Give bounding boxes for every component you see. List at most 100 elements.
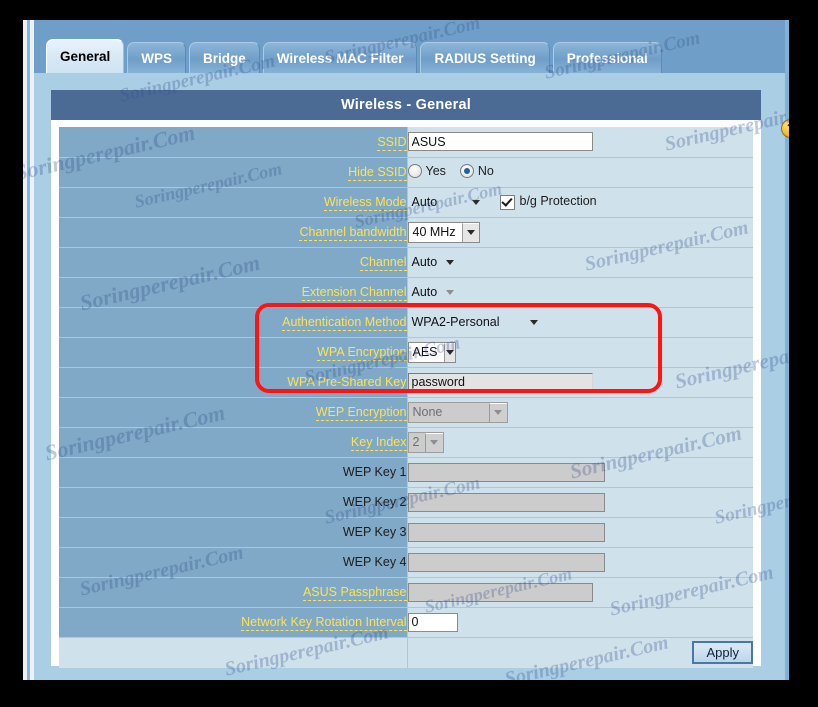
tab-general[interactable]: General xyxy=(46,39,125,73)
value-channel-bandwidth: 40 MHz xyxy=(406,217,753,248)
select-key-index[interactable]: 2 xyxy=(407,431,444,453)
label-text: WPA Pre-Shared Key xyxy=(287,375,407,391)
select-extension-channel[interactable]: Auto xyxy=(408,282,458,303)
caret-glyph xyxy=(471,199,480,205)
select-channel[interactable]: Auto xyxy=(408,252,458,273)
form-row-wep-key-3: WEP Key 3 xyxy=(59,517,753,548)
chevron-down-icon[interactable] xyxy=(443,252,457,273)
apply-button[interactable]: Apply xyxy=(692,641,753,664)
label-text: WEP Key 1 xyxy=(342,465,407,479)
input-network-key-rotation-interval[interactable] xyxy=(407,612,458,632)
label-text: WEP Encryption xyxy=(315,405,407,421)
form-row-wep-key-2: WEP Key 2 xyxy=(59,487,753,518)
label-ssid: SSID xyxy=(59,127,407,158)
form-row-wep-key-1: WEP Key 1 xyxy=(59,457,753,488)
footer-actions: Apply xyxy=(406,637,753,668)
input-ssid[interactable] xyxy=(407,132,593,152)
label-text: Channel xyxy=(359,255,407,271)
chevron-down-icon[interactable] xyxy=(488,402,507,422)
tab-bridge[interactable]: Bridge xyxy=(189,42,260,73)
input-wep-key-1[interactable] xyxy=(407,462,605,482)
label-text: WEP Key 4 xyxy=(342,555,407,569)
tab-wps[interactable]: WPS xyxy=(127,42,187,73)
form-row-channel-bandwidth: Channel bandwidth 40 MHz xyxy=(59,217,753,248)
chevron-down-icon[interactable] xyxy=(461,222,479,242)
label-text: WEP Key 3 xyxy=(342,525,407,539)
form-row-extension-channel: Extension Channel Auto xyxy=(59,277,753,308)
input-asus-passphrase[interactable] xyxy=(407,582,593,602)
tab-wireless-mac-filter[interactable]: Wireless MAC Filter xyxy=(262,42,418,73)
label-wep-key-2: WEP Key 2 xyxy=(59,487,407,518)
input-wep-key-4[interactable] xyxy=(407,552,605,572)
tab-radius-setting[interactable]: RADIUS Setting xyxy=(420,42,550,73)
form-row-key-index: Key Index 2 xyxy=(59,427,753,458)
router-admin-page: General WPS Bridge Wireless MAC Filter RADIU… xyxy=(23,20,789,680)
chevron-down-icon[interactable] xyxy=(443,282,457,303)
label-wep-key-3: WEP Key 3 xyxy=(59,517,407,548)
label-text: Channel bandwidth xyxy=(299,225,407,241)
form-footer-row: Apply xyxy=(59,637,753,668)
label-key-index: Key Index xyxy=(59,427,407,458)
label-channel: Channel xyxy=(59,247,407,278)
value-wireless-mode: Auto b/g Protection xyxy=(406,187,753,218)
select-wireless-mode[interactable]: Auto xyxy=(408,192,486,213)
form-row-hide-ssid: Hide SSID Yes No xyxy=(59,157,753,188)
value-ssid xyxy=(406,127,753,158)
select-value-text: None xyxy=(412,405,443,419)
footer-spacer xyxy=(59,637,407,668)
checkbox-bg-protection[interactable] xyxy=(499,194,515,210)
label-text: ASUS Passphrase xyxy=(302,585,407,601)
select-value-text: WPA2-Personal xyxy=(411,315,500,329)
select-authentication-method[interactable]: WPA2-Personal xyxy=(408,312,544,333)
checkbox-bg-protection-group: b/g Protection xyxy=(499,194,597,210)
label-wep-key-4: WEP Key 4 xyxy=(59,547,407,578)
value-wep-key-4 xyxy=(406,547,753,578)
label-wep-key-1: WEP Key 1 xyxy=(59,457,407,488)
select-value-text: Auto xyxy=(411,255,438,269)
select-channel-bandwidth[interactable]: 40 MHz xyxy=(407,221,480,243)
form-row-network-key-rotation-interval: Network Key Rotation Interval xyxy=(59,607,753,638)
form-row-authentication-method: Authentication Method WPA2-Personal xyxy=(59,307,753,338)
label-text: Network Key Rotation Interval xyxy=(241,615,407,631)
select-value-text: 40 MHz xyxy=(412,225,456,239)
value-wep-key-2 xyxy=(406,487,753,518)
radio-yes[interactable] xyxy=(407,163,422,178)
input-wep-key-2[interactable] xyxy=(407,492,605,512)
left-rail-inner xyxy=(30,20,34,680)
label-network-key-rotation-interval: Network Key Rotation Interval xyxy=(59,607,407,638)
label-text: WEP Key 2 xyxy=(342,495,407,509)
input-wpa-pre-shared-key[interactable] xyxy=(407,372,593,392)
question-mark-icon[interactable]: ? xyxy=(781,119,789,138)
tab-professional[interactable]: Professional xyxy=(552,42,662,73)
caret-glyph xyxy=(466,230,475,235)
label-wep-encryption: WEP Encryption xyxy=(59,397,407,428)
select-wep-encryption[interactable]: None xyxy=(407,401,508,423)
caret-glyph xyxy=(446,289,455,295)
input-wep-key-3[interactable] xyxy=(407,522,605,542)
label-text: SSID xyxy=(377,134,407,151)
chevron-down-icon[interactable] xyxy=(466,192,486,213)
chevron-down-icon[interactable] xyxy=(425,432,443,452)
label-text: Wireless Mode xyxy=(323,195,407,211)
caret-glyph xyxy=(430,440,439,445)
wireless-settings-table: SSID Hide SSID Yes No Wireless Mode Auto b/g P… xyxy=(59,127,753,668)
label-text: Extension Channel xyxy=(301,285,407,301)
radio-no[interactable] xyxy=(459,163,474,178)
tab-list: General WPS Bridge Wireless MAC Filter RADIU… xyxy=(46,39,662,73)
radio-label-yes: Yes xyxy=(425,163,446,178)
label-text: Key Index xyxy=(350,435,407,451)
label-authentication-method: Authentication Method xyxy=(59,307,407,338)
value-wep-key-1 xyxy=(406,457,753,488)
select-value-text: Auto xyxy=(411,285,438,299)
chevron-down-icon[interactable] xyxy=(524,312,544,333)
content-panel: Wireless - General SSID Hide SSID Yes No Wir… xyxy=(51,90,761,668)
select-wpa-encryption[interactable]: AES xyxy=(407,341,456,363)
radio-group-hide-ssid: Yes No xyxy=(407,163,504,178)
chevron-down-icon[interactable] xyxy=(443,342,455,362)
label-channel-bandwidth: Channel bandwidth xyxy=(59,217,407,248)
form-row-channel: Channel Auto xyxy=(59,247,753,278)
label-wireless-mode: Wireless Mode xyxy=(59,187,407,218)
caret-glyph xyxy=(494,410,502,415)
value-asus-passphrase xyxy=(406,577,753,608)
form-row-wpa-encryption: WPA Encryption AES xyxy=(59,337,753,368)
